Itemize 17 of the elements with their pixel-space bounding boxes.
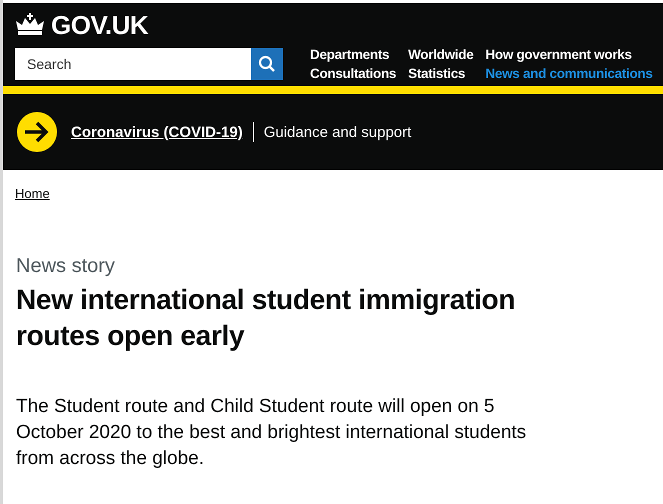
nav-link[interactable]: How government works [485,47,653,62]
covid-link[interactable]: Coronavirus (COVID-19) [71,124,243,140]
nav-link[interactable]: Departments [310,47,396,62]
nav-link[interactable]: Worldwide [408,47,474,62]
content-type-label: News story [16,255,116,278]
nav-link[interactable]: Consultations [310,66,396,81]
summary-text: The Student route and Child Student route will open on 5 October 2020 to the best and brightest international students from across the globe. [16,395,528,471]
search-icon [258,55,276,73]
nav-link[interactable]: Statistics [408,66,474,81]
breadcrumb-link[interactable]: Home [15,186,50,201]
site-logo[interactable]: GOV.UK [51,10,148,40]
search-button[interactable] [251,48,283,80]
nav-link[interactable]: News and communications [485,66,653,81]
search-field[interactable]: Search [15,48,251,80]
page-title: New international student immigration routes open early [16,283,516,353]
banner-text: Guidance and support [264,124,412,140]
crown-icon [15,13,45,37]
